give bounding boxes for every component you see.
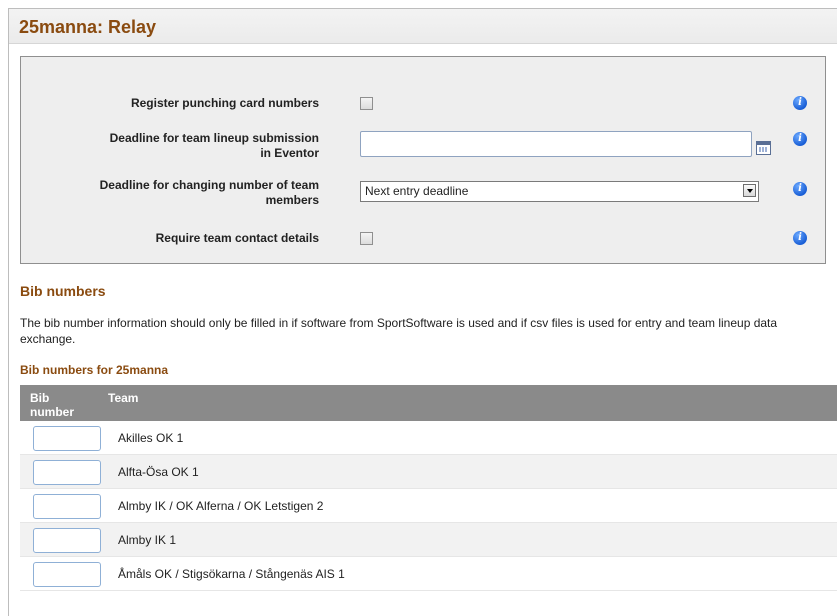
deadline-lineup-input[interactable] (360, 131, 752, 157)
bib-number-input[interactable] (33, 494, 101, 519)
require-contact-label: Require team contact details (155, 231, 319, 245)
team-name: Akilles OK 1 (118, 431, 184, 445)
info-icon[interactable]: i (793, 96, 807, 110)
deadline-members-select[interactable]: Next entry deadline (360, 181, 759, 202)
deadline-members-selected: Next entry deadline (365, 184, 469, 198)
bib-column-header-line1: Bib (30, 391, 50, 405)
page-title: 25manna: Relay (19, 17, 157, 37)
deadline-lineup-label: Deadline for team lineup submission in E… (49, 131, 319, 161)
team-name: Alfta-Ösa OK 1 (118, 465, 199, 479)
team-name: Almby IK 1 (118, 533, 177, 547)
page-frame: 25manna: Relay Register punching card nu… (8, 8, 837, 616)
deadline-members-label: Deadline for changing number of team mem… (49, 178, 319, 208)
bib-number-input[interactable] (33, 562, 101, 587)
bib-column-header-line2: number (30, 405, 75, 419)
chevron-down-icon[interactable] (743, 184, 756, 197)
info-icon[interactable]: i (793, 182, 807, 196)
deadline-lineup-label-line1: Deadline for team lineup submission (109, 131, 319, 145)
table-header: Bib number Team (20, 385, 837, 421)
register-punch-checkbox[interactable] (360, 97, 373, 110)
table-row: Almby IK / OK Alferna / OK Letstigen 2 (20, 489, 837, 523)
bib-table: Bib number Team Akilles OK 1 Alfta-Ösa O… (20, 385, 837, 591)
register-punch-label: Register punching card numbers (130, 96, 319, 110)
team-name: Åmåls OK / Stigsökarna / Stångenäs AIS 1 (118, 567, 345, 581)
bib-number-input[interactable] (33, 528, 101, 553)
bib-number-column-header: Bib number (30, 391, 80, 419)
require-contact-checkbox[interactable] (360, 232, 373, 245)
table-row: Åmåls OK / Stigsökarna / Stångenäs AIS 1 (20, 557, 837, 591)
settings-panel: Register punching card numbers i Deadlin… (20, 56, 826, 264)
bib-numbers-subheading: Bib numbers for 25manna (20, 363, 169, 377)
team-name: Almby IK / OK Alferna / OK Letstigen 2 (118, 499, 324, 513)
deadline-lineup-label-line2: in Eventor (260, 146, 319, 160)
table-row: Alfta-Ösa OK 1 (20, 455, 837, 489)
deadline-members-label-line1: Deadline for changing number of team (99, 178, 319, 192)
team-column-header: Team (108, 391, 139, 405)
bib-number-input[interactable] (33, 460, 101, 485)
calendar-icon[interactable] (756, 141, 771, 155)
info-icon[interactable]: i (793, 231, 807, 245)
bib-numbers-heading: Bib numbers (20, 283, 106, 299)
info-icon[interactable]: i (793, 132, 807, 146)
table-row: Akilles OK 1 (20, 421, 837, 455)
bib-number-input[interactable] (33, 426, 101, 451)
table-row: Almby IK 1 (20, 523, 837, 557)
deadline-members-label-line2: members (265, 193, 319, 207)
bib-numbers-description: The bib number information should only b… (20, 316, 778, 346)
title-bar: 25manna: Relay (9, 9, 837, 44)
